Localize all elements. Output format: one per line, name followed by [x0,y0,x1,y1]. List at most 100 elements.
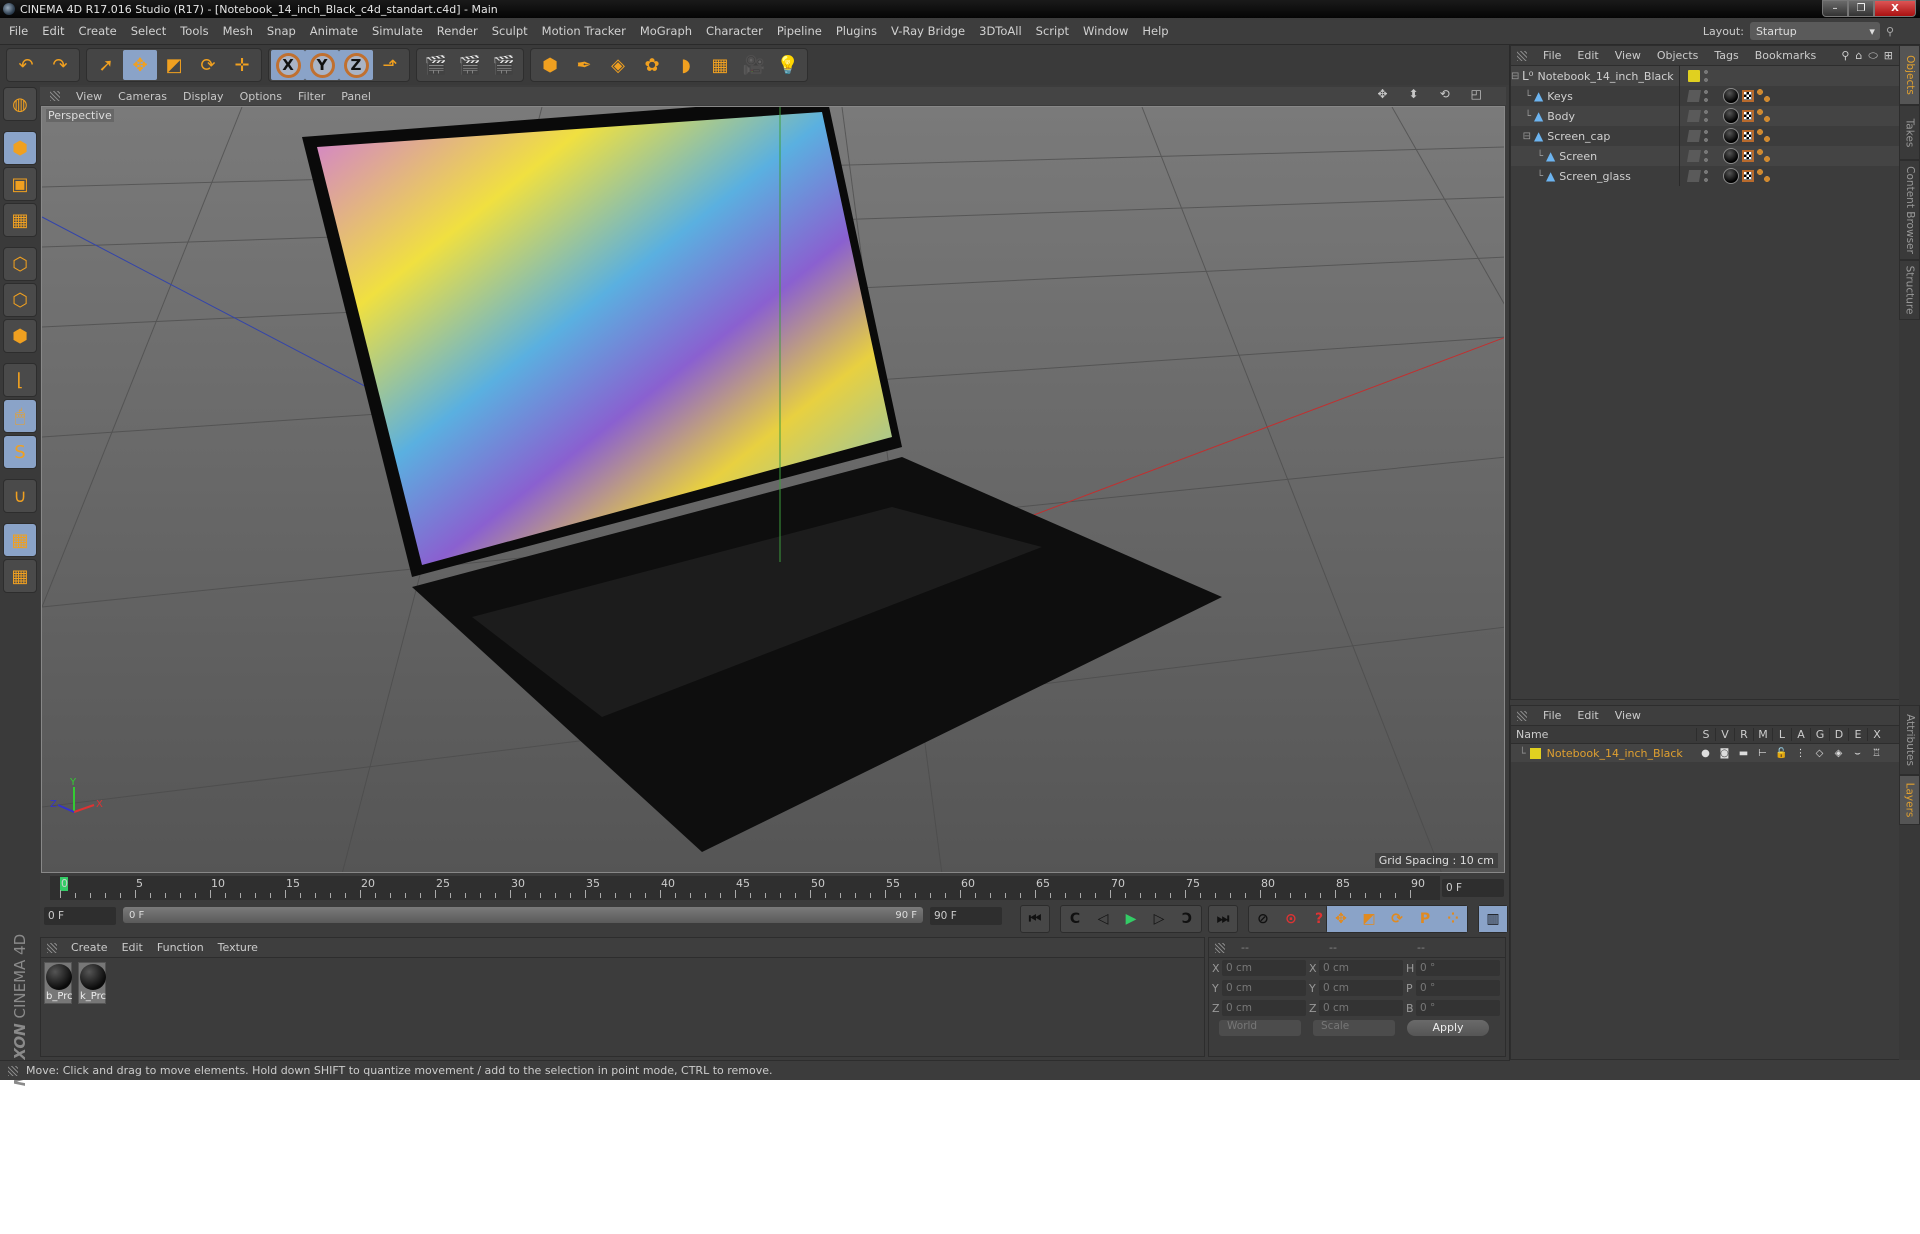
phong-tag-icon[interactable] [1757,129,1771,143]
perspective-viewport[interactable]: Y X Z Perspective Grid Spacing : 10 cm [41,106,1505,873]
new-window-icon[interactable]: ⊞ [1884,49,1893,63]
previous-frame-button[interactable]: ◁ [1089,906,1117,932]
panel-grip-icon[interactable] [47,942,57,953]
position-field[interactable]: 0 cm [1222,960,1306,976]
side-tab-content-browser[interactable]: Content Browser [1899,160,1920,260]
play-button[interactable]: ▶ [1117,906,1145,932]
side-tab-objects[interactable]: Objects [1899,45,1920,105]
material-tag-icon[interactable] [1723,148,1739,164]
material-tag-icon[interactable] [1723,108,1739,124]
phong-tag-icon[interactable] [1757,149,1771,163]
rotation-field[interactable]: 0 ° [1416,980,1500,996]
size-field[interactable]: 0 cm [1319,960,1403,976]
snap-button[interactable]: ∪ [3,479,37,513]
search-icon[interactable]: ⚲ [1841,49,1849,63]
texture-tag-icon[interactable] [1742,130,1754,142]
rotate-button[interactable]: ⟳ [191,50,225,80]
workplane-lock-button[interactable]: ▦ [3,523,37,557]
layer-menu-edit[interactable]: Edit [1577,709,1598,722]
layer-column-m[interactable]: M [1753,728,1772,741]
side-tab-layers[interactable]: Layers [1899,775,1920,825]
menu-simulate[interactable]: Simulate [372,24,423,38]
material-swatch[interactable]: b_Prc [44,962,73,1004]
object-menu-file[interactable]: File [1543,49,1561,62]
visibility-dots-icon[interactable] [1704,69,1708,83]
size-mode-dropdown[interactable]: Scale [1313,1020,1395,1036]
texture-tag-icon[interactable] [1742,90,1754,102]
deformers-toggle-icon[interactable]: ◈ [1829,748,1848,759]
viewport-menu-cameras[interactable]: Cameras [118,90,167,103]
end-frame-field[interactable]: 90 F [930,907,1002,925]
size-field[interactable]: 0 cm [1319,1000,1403,1016]
current-frame-field[interactable]: 0 F [1442,879,1504,897]
key-scale-button[interactable]: ◩ [1355,906,1383,932]
layer-menu-file[interactable]: File [1543,709,1561,722]
menu-v-ray-bridge[interactable]: V-Ray Bridge [891,24,965,38]
rotate-view-icon[interactable]: ⟲ [1440,87,1450,101]
lock-toggle-icon[interactable]: 🔓 [1772,748,1791,759]
polygons-mode-button[interactable]: ⬢ [3,319,37,353]
edges-mode-button[interactable]: ⬡ [3,283,37,317]
editor-render-toggle-icon[interactable] [1686,150,1702,162]
maximize-button[interactable]: ❐ [1848,0,1874,17]
panel-grip-icon[interactable] [1215,942,1225,953]
y-axis-button[interactable]: Y [305,50,339,80]
key-rotation-button[interactable]: ⟳ [1383,906,1411,932]
object-row[interactable]: └ ▲ Screen [1511,146,1899,166]
menu-mesh[interactable]: Mesh [223,24,253,38]
position-field[interactable]: 0 cm [1222,1000,1306,1016]
menu-motion-tracker[interactable]: Motion Tracker [542,24,626,38]
size-field[interactable]: 0 cm [1319,980,1403,996]
layer-column-a[interactable]: A [1791,728,1810,741]
editor-render-toggle-icon[interactable] [1686,130,1702,142]
render-toggle-icon[interactable]: ▬ [1734,748,1753,759]
menu-mograph[interactable]: MoGraph [640,24,692,38]
visibility-dots-icon[interactable] [1704,129,1708,143]
rotation-field[interactable]: 0 ° [1416,960,1500,976]
go-to-start-button[interactable]: ⏮ [1021,906,1049,932]
expressions-toggle-icon[interactable]: ⌣ [1848,748,1867,759]
menu-file[interactable]: File [9,24,28,38]
points-mode-button[interactable]: ⬡ [3,247,37,281]
layer-row[interactable]: └ Notebook_14_inch_Black ● ◙ ▬ ⊢ 🔓 ⋮ ◇ ◈ ⌣ ♖ [1511,744,1899,762]
visibility-icon[interactable]: ⬭ [1868,49,1877,63]
redo-button[interactable]: ↷ [43,50,77,80]
tweak-mode-button[interactable]: 🖱 [3,399,37,433]
transform-button[interactable]: ✛ [225,50,259,80]
panel-grip-icon[interactable] [50,91,60,101]
menu-window[interactable]: Window [1083,24,1128,38]
apply-button[interactable]: Apply [1407,1020,1489,1036]
preview-range-slider[interactable]: 0 F 90 F [123,907,923,923]
zoom-view-icon[interactable]: ⬍ [1409,87,1419,101]
coordinate-system-dropdown[interactable]: World [1219,1020,1301,1036]
texture-tag-icon[interactable] [1742,150,1754,162]
key-parameter-button[interactable]: P [1411,906,1439,932]
panel-grip-icon[interactable] [1517,50,1527,61]
go-to-end-button[interactable]: ⏭ [1209,906,1237,932]
visibility-dots-icon[interactable] [1704,89,1708,103]
scale-button[interactable]: ◩ [157,50,191,80]
menu-help[interactable]: Help [1142,24,1168,38]
object-row[interactable]: └ ▲ Screen_glass [1511,166,1899,186]
move-button[interactable]: ✥ [123,50,157,80]
layer-column-d[interactable]: D [1829,728,1848,741]
timeline-ruler[interactable]: 0 5 10 15 20 25 30 35 40 45 50 55 60 65 70 75 80 85 90 [50,876,1440,900]
object-menu-bookmarks[interactable]: Bookmarks [1755,49,1816,62]
layer-column-e[interactable]: E [1848,728,1867,741]
layer-column-v[interactable]: V [1715,728,1734,741]
xref-toggle-icon[interactable]: ♖ [1867,748,1886,759]
layer-color-swatch[interactable] [1688,70,1700,82]
menu-animate[interactable]: Animate [310,24,358,38]
model-mode-button[interactable]: ⬢ [3,131,37,165]
key-position-button[interactable]: ✥ [1327,906,1355,932]
camera-button[interactable]: 🎥 [737,50,771,80]
live-selection-button[interactable]: ➚ [89,50,123,80]
pen-spline-button[interactable]: ✒ [567,50,601,80]
phong-tag-icon[interactable] [1757,169,1771,183]
texture-mode-button[interactable]: ▣ [3,167,37,201]
make-editable-button[interactable]: ◍ [3,87,37,121]
close-button[interactable]: X [1874,0,1916,17]
autokey-button[interactable]: ⊙ [1277,906,1305,932]
move-view-icon[interactable]: ✥ [1377,87,1387,101]
floor-button[interactable]: ▦ [703,50,737,80]
